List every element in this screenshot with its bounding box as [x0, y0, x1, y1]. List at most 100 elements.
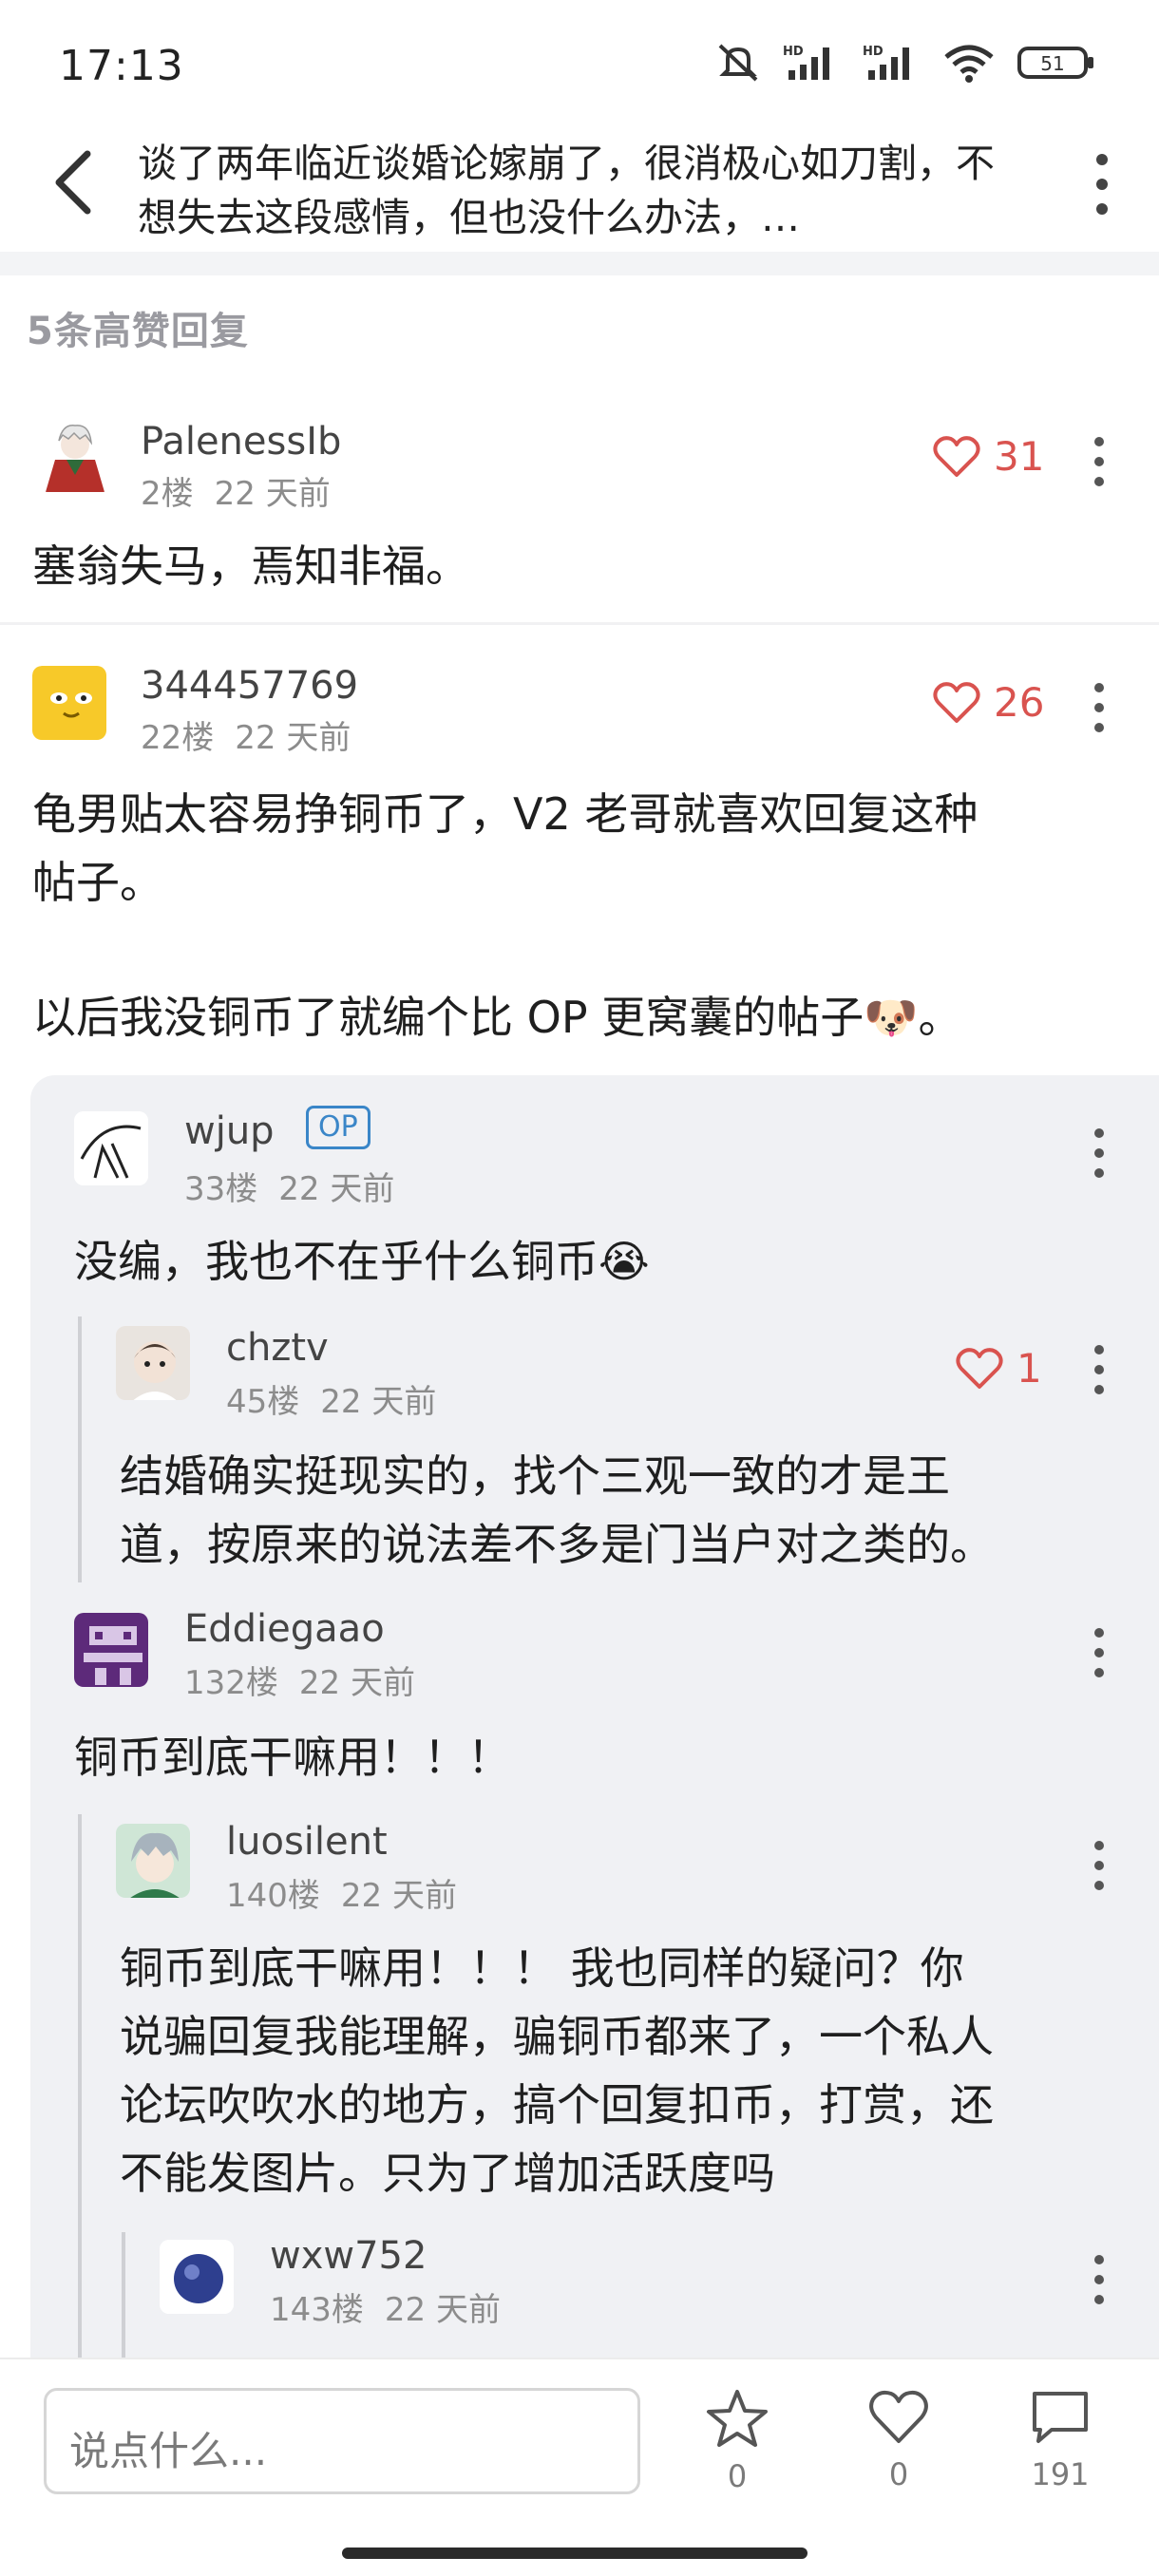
- comment-item: 344457769 22楼 22 天前 26 龟男贴太容易挣铜币了，V2 老哥就喜…: [0, 660, 1159, 1078]
- top-app-bar: 谈了两年临近谈婚论嫁崩了，很消极心如刀割，不想失去这段感情，但也没什么办法，…: [0, 123, 1159, 252]
- svg-text:HD: HD: [783, 45, 804, 59]
- comment-text: 没编，我也不在乎什么铜币😭: [74, 1236, 650, 1287]
- reply-thread: wjup OP 33楼 22 天前 没编，我也不在乎什么铜币😭 chztv 45楼…: [30, 1075, 1159, 2358]
- comment-more-icon[interactable]: [1092, 1345, 1106, 1398]
- comment-input[interactable]: 说点什么...: [44, 2388, 640, 2494]
- comment-meta: 45楼 22 天前: [226, 1375, 436, 1422]
- like-post-count: 0: [888, 2456, 909, 2492]
- comment-text-line: 说骗回复我能理解，骗铜币都来了，一个私人: [120, 2011, 994, 2062]
- floor-number: 143楼: [270, 2291, 364, 2329]
- heart-icon: [869, 2390, 928, 2443]
- favorite-button[interactable]: 0: [680, 2388, 794, 2494]
- comment-count: 191: [1031, 2456, 1090, 2492]
- comment-text-line: 帖子。: [32, 857, 163, 908]
- comment-more-icon[interactable]: [1092, 1128, 1106, 1182]
- thread-indent-line: [78, 1814, 82, 2358]
- battery-icon: 51: [1017, 47, 1093, 79]
- star-icon: [707, 2390, 768, 2447]
- comment-text-line: 龟男贴太容易挣铜币了，V2 老哥就喜欢回复这种: [32, 788, 978, 840]
- like-button[interactable]: 1: [956, 1345, 1042, 1392]
- comment-text-line: 结婚确实挺现实的，找个三观一致的才是王: [120, 1450, 950, 1502]
- floor-number: 33楼: [184, 1170, 258, 1208]
- heart-icon: [933, 681, 980, 723]
- floor-number: 2楼: [141, 475, 194, 513]
- timestamp: 22 天前: [320, 1383, 437, 1421]
- comment-text-line: 不能发图片。只为了增加活跃度吗: [120, 2148, 775, 2199]
- comment-meta: 132楼 22 天前: [184, 1657, 415, 1703]
- comment-meta: 143楼 22 天前: [270, 2283, 501, 2330]
- timestamp: 22 天前: [384, 2291, 501, 2329]
- timestamp: 22 天前: [340, 1877, 457, 1915]
- timestamp: 22 天前: [298, 1664, 415, 1702]
- comment-meta: 22楼 22 天前: [141, 711, 351, 758]
- comment-text-line: 道，按原来的说法差不多是门当户对之类的。: [120, 1519, 994, 1570]
- like-count: 1: [1016, 1345, 1042, 1392]
- comment-icon: [1033, 2392, 1088, 2443]
- timestamp: 22 天前: [235, 719, 352, 757]
- like-post-button[interactable]: 0: [842, 2388, 956, 2492]
- like-count: 26: [994, 679, 1045, 726]
- comment-text-line: 铜币到底干嘛用！！！ 我也同样的疑问？你: [120, 1942, 964, 1994]
- hd-signal-icon: HD: [863, 45, 909, 80]
- avatar[interactable]: [74, 1613, 148, 1687]
- username[interactable]: wxw752: [270, 2234, 427, 2278]
- comment-text: 塞翁失马，焉知非福。: [32, 540, 469, 592]
- thread-indent-line: [122, 2232, 125, 2358]
- battery-level: 51: [1040, 52, 1064, 75]
- like-button[interactable]: 31: [933, 433, 1044, 480]
- comment-text-line: 以后我没铜币了就编个比 OP 更窝囊的帖子🐶。: [32, 992, 962, 1043]
- heart-icon: [956, 1347, 1003, 1389]
- status-icons: HD HD 51: [714, 38, 1096, 87]
- section-divider: [0, 252, 1159, 275]
- username[interactable]: chztv: [226, 1326, 329, 1370]
- avatar[interactable]: [116, 1824, 190, 1898]
- timestamp: 22 天前: [214, 475, 331, 513]
- home-indicator[interactable]: [342, 2548, 808, 2559]
- divider: [0, 622, 1159, 625]
- bottom-action-bar: 说点什么... 0 0 191: [0, 2358, 1159, 2576]
- avatar[interactable]: [32, 666, 106, 740]
- username[interactable]: wjup: [184, 1109, 275, 1153]
- comment-more-icon[interactable]: [1092, 683, 1106, 736]
- like-button[interactable]: 26: [933, 679, 1044, 726]
- timestamp: 22 天前: [278, 1170, 395, 1208]
- comment-text: 铜币到底干嘛用！！！: [74, 1732, 511, 1783]
- comment-text-line: 论坛吹吹水的地方，搞个回复扣币，打赏，还: [120, 2079, 994, 2131]
- like-count: 31: [994, 433, 1045, 480]
- hd-signal-icon: HD: [783, 45, 829, 80]
- username[interactable]: luosilent: [226, 1820, 388, 1864]
- avatar[interactable]: [116, 1326, 190, 1400]
- username[interactable]: PalenessIb: [141, 420, 341, 464]
- avatar[interactable]: [74, 1111, 148, 1185]
- op-badge: OP: [306, 1106, 370, 1149]
- comment-meta: 140楼 22 天前: [226, 1869, 457, 1916]
- comment-more-icon[interactable]: [1092, 2255, 1106, 2308]
- avatar[interactable]: [38, 418, 112, 492]
- section-title: 5条高赞回复: [27, 310, 249, 353]
- mute-icon: [718, 44, 758, 82]
- page-title: 谈了两年临近谈婚论嫁崩了，很消极心如刀割，不想失去这段感情，但也没什么办法，…: [138, 137, 1031, 245]
- post-title-text: 谈了两年临近谈婚论嫁崩了，很消极心如刀割，不想失去这段感情，但也没什么办法，…: [138, 141, 995, 240]
- heart-icon: [933, 435, 980, 477]
- avatar[interactable]: [160, 2240, 234, 2314]
- floor-number: 132楼: [184, 1664, 278, 1702]
- status-bar: 17:13 HD HD 51: [0, 0, 1159, 123]
- floor-number: 45楼: [226, 1383, 300, 1421]
- comments-button[interactable]: 191: [1003, 2388, 1117, 2492]
- svg-text:HD: HD: [863, 45, 884, 59]
- floor-number: 140楼: [226, 1877, 320, 1915]
- comment-more-icon[interactable]: [1092, 1628, 1106, 1681]
- username[interactable]: Eddiegaao: [184, 1607, 385, 1651]
- comment-more-icon[interactable]: [1092, 437, 1106, 490]
- status-time: 17:13: [59, 42, 184, 90]
- floor-number: 22楼: [141, 719, 215, 757]
- comment-meta: 2楼 22 天前: [141, 467, 331, 514]
- comment-meta: 33楼 22 天前: [184, 1163, 394, 1209]
- comment-more-icon[interactable]: [1092, 1841, 1106, 1894]
- back-arrow-icon[interactable]: [46, 144, 103, 220]
- more-options-icon[interactable]: [1092, 154, 1112, 220]
- thread-indent-line: [78, 1316, 82, 1582]
- favorite-count: 0: [727, 2458, 748, 2494]
- wifi-icon: [944, 45, 994, 83]
- username[interactable]: 344457769: [141, 664, 358, 708]
